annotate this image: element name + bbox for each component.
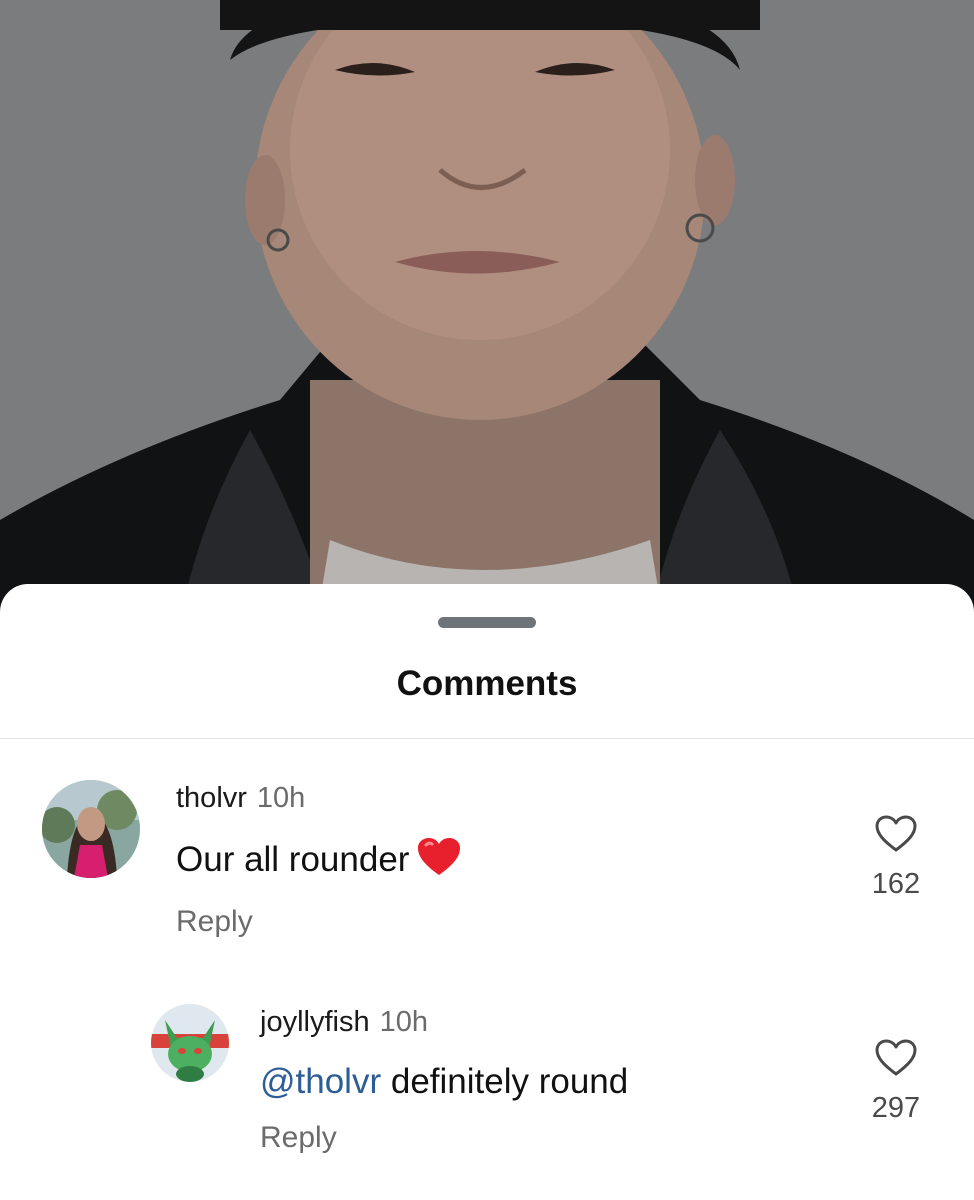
comment-time: 10h (379, 1006, 428, 1038)
reply-comment-item: joyllyfish 10h @tholvr definitely round R… (0, 1004, 974, 1174)
comment-text-content: definitely round (381, 1062, 629, 1101)
heart-outline-icon[interactable] (874, 814, 918, 854)
mention-link[interactable]: @tholvr (260, 1062, 381, 1101)
profile-photo-avatar[interactable] (42, 780, 140, 878)
like-count: 162 (871, 868, 921, 900)
comment-body: tholvr 10h Our all rounder Reply (176, 780, 461, 940)
sheet-title: Comments (396, 664, 578, 703)
divider (0, 738, 974, 739)
comment-meta: joyllyfish 10h (260, 1004, 628, 1040)
like-column: 162 (866, 814, 926, 901)
comment-time: 10h (256, 782, 306, 814)
comment-text: Our all rounder (176, 837, 461, 887)
username-link[interactable]: tholvr (176, 782, 247, 814)
username-link[interactable]: joyllyfish (260, 1006, 370, 1038)
comment-text-content: Our all rounder (176, 840, 410, 879)
red-heart-emoji-icon (417, 837, 461, 887)
like-count: 297 (871, 1092, 921, 1124)
comments-sheet: Comments tholvr 10h Our all rounder Reply (0, 584, 974, 1200)
like-column: 297 (866, 1038, 926, 1125)
comments-screen: Comments tholvr 10h Our all rounder Reply (0, 0, 974, 1200)
post-photo (0, 0, 974, 620)
comment-body: joyllyfish 10h @tholvr definitely round R… (260, 1004, 628, 1156)
comment-text: @tholvr definitely round (260, 1061, 628, 1103)
comment-item: tholvr 10h Our all rounder Reply 162 (0, 780, 974, 950)
reply-button[interactable]: Reply (260, 1120, 628, 1156)
heart-outline-icon[interactable] (874, 1038, 918, 1078)
drag-handle[interactable] (438, 617, 536, 628)
reply-button[interactable]: Reply (176, 904, 461, 940)
green-cat-character-avatar[interactable] (151, 1004, 229, 1082)
comment-meta: tholvr 10h (176, 780, 461, 816)
